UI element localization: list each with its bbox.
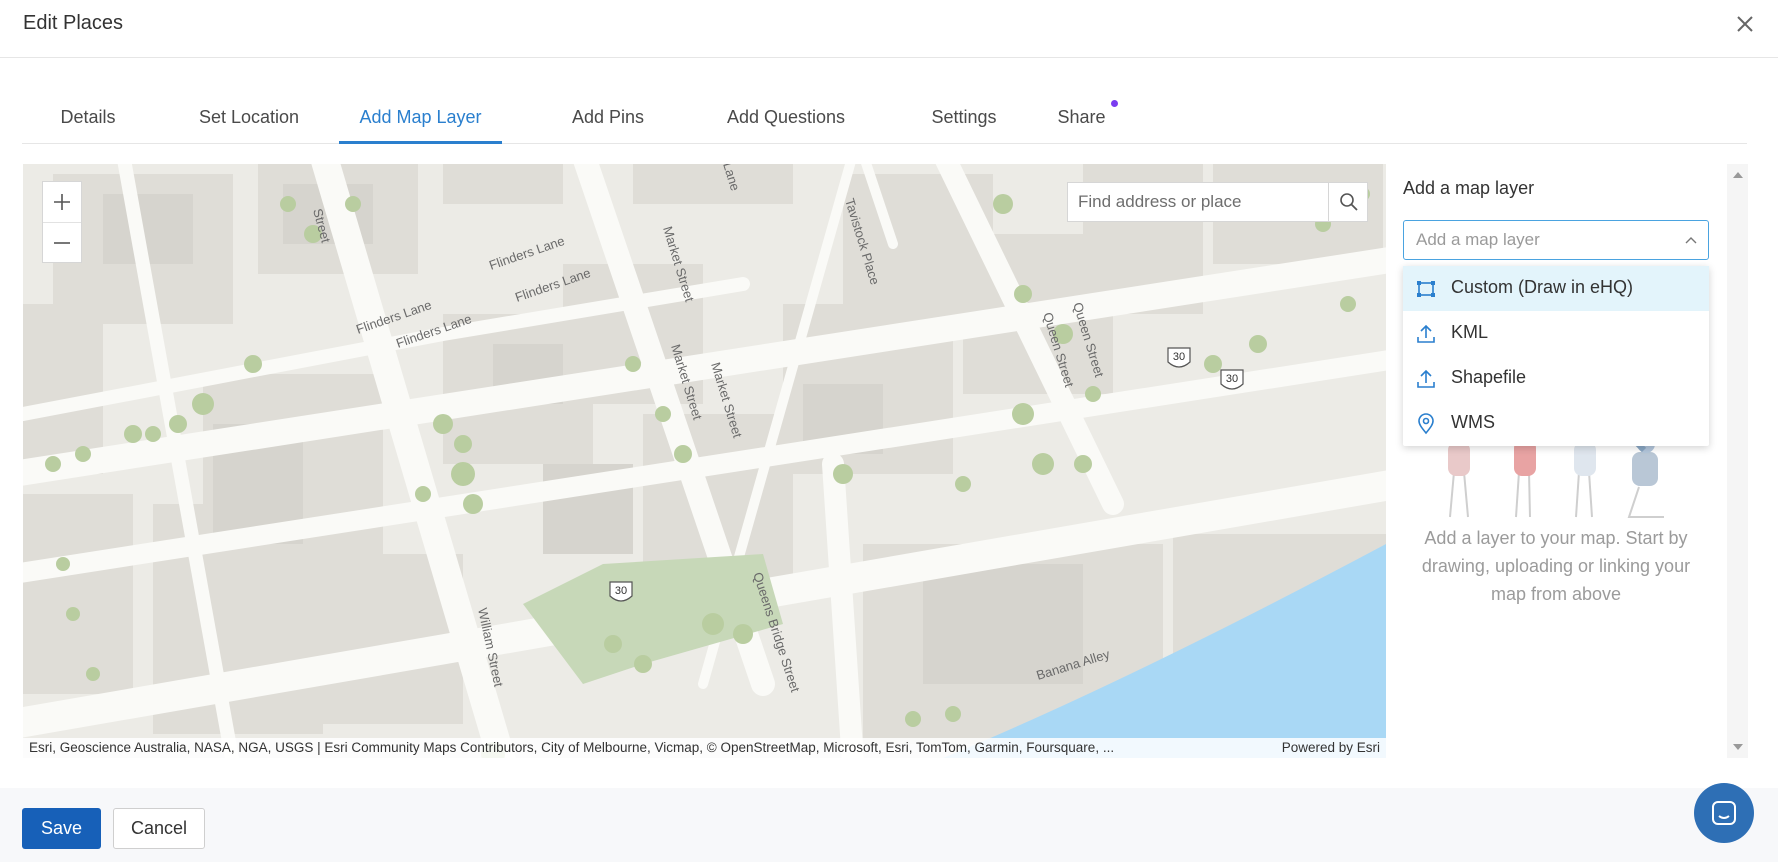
map-attribution: Esri, Geoscience Australia, NASA, NGA, U… — [23, 738, 1386, 758]
plus-icon — [54, 194, 70, 210]
option-shapefile-label: Shapefile — [1451, 367, 1527, 387]
svg-text:30: 30 — [615, 585, 627, 597]
map-layer-label: Add a map layer — [1403, 178, 1535, 198]
route-shield-3: 30 — [609, 581, 633, 602]
svg-text:30: 30 — [1173, 351, 1185, 363]
tab-share-label: Share — [1057, 107, 1106, 127]
route-shield-2: 30 — [1220, 369, 1244, 390]
chat-launcher-button[interactable] — [1694, 783, 1754, 843]
empty-state-text: Add a layer to your map. Start by drawin… — [1421, 528, 1691, 604]
tab-add-questions[interactable]: Add Questions — [706, 98, 866, 144]
map-search-input[interactable] — [1068, 183, 1329, 221]
tab-set-location[interactable]: Set Location — [179, 98, 319, 144]
option-shapefile[interactable]: Shapefile — [1403, 356, 1709, 401]
tab-details[interactable]: Details — [43, 98, 133, 144]
route-shield-1: 30 — [1167, 347, 1191, 368]
map-layer-select[interactable]: Add a map layer — [1403, 220, 1709, 260]
modal-footer: Save Cancel — [0, 788, 1778, 862]
map-layer-panel: Add a map layer Add a map layer Add a la… — [1386, 164, 1748, 758]
location-pin-icon — [1418, 413, 1434, 435]
zoom-control — [42, 181, 82, 263]
map-layer-select-placeholder: Add a map layer — [1416, 230, 1540, 249]
scroll-down-arrow[interactable] — [1733, 744, 1743, 750]
zoom-out-button[interactable] — [43, 222, 81, 262]
tab-bar: Details Set Location Add Map Layer Add P… — [22, 98, 1747, 144]
map-canvas[interactable]: Street Flinders Lane Flinders Lane Flind… — [23, 164, 1386, 758]
option-custom-draw-label: Custom (Draw in eHQ) — [1451, 277, 1634, 297]
option-wms[interactable]: WMS — [1403, 401, 1709, 446]
powered-by-esri[interactable]: Powered by Esri — [1282, 738, 1380, 758]
chat-icon — [1712, 801, 1736, 825]
option-wms-label: WMS — [1451, 412, 1495, 432]
save-button[interactable]: Save — [22, 808, 101, 849]
option-kml[interactable]: KML — [1403, 311, 1709, 356]
tab-add-pins[interactable]: Add Pins — [558, 98, 658, 144]
search-icon — [1339, 193, 1358, 211]
svg-text:30: 30 — [1226, 373, 1238, 385]
cancel-button[interactable]: Cancel — [113, 808, 205, 849]
tab-settings[interactable]: Settings — [909, 98, 1019, 144]
tab-add-map-layer[interactable]: Add Map Layer — [339, 98, 502, 144]
panel-scrollbar[interactable] — [1727, 164, 1748, 758]
modal-title: Edit Places — [23, 12, 124, 34]
attribution-text: Esri, Geoscience Australia, NASA, NGA, U… — [29, 740, 1115, 755]
scroll-up-arrow[interactable] — [1733, 172, 1743, 178]
tab-share[interactable]: Share — [1053, 98, 1118, 144]
draw-polygon-icon — [1417, 281, 1435, 297]
minus-icon — [54, 241, 70, 244]
option-kml-label: KML — [1451, 322, 1489, 342]
upload-icon — [1417, 324, 1435, 343]
notification-dot — [1111, 100, 1118, 107]
option-custom-draw[interactable]: Custom (Draw in eHQ) — [1403, 266, 1709, 311]
zoom-in-button[interactable] — [43, 182, 81, 222]
modal-header: Edit Places — [0, 0, 1778, 58]
close-icon[interactable] — [1733, 12, 1757, 36]
map-search-button[interactable] — [1328, 183, 1368, 221]
map-layer-dropdown: Custom (Draw in eHQ) KML Shapefile WMS — [1403, 266, 1709, 446]
map-view[interactable]: Street Flinders Lane Flinders Lane Flind… — [23, 164, 1386, 758]
upload-icon — [1417, 369, 1435, 388]
map-search — [1067, 182, 1368, 222]
chevron-up-icon — [1685, 237, 1697, 244]
